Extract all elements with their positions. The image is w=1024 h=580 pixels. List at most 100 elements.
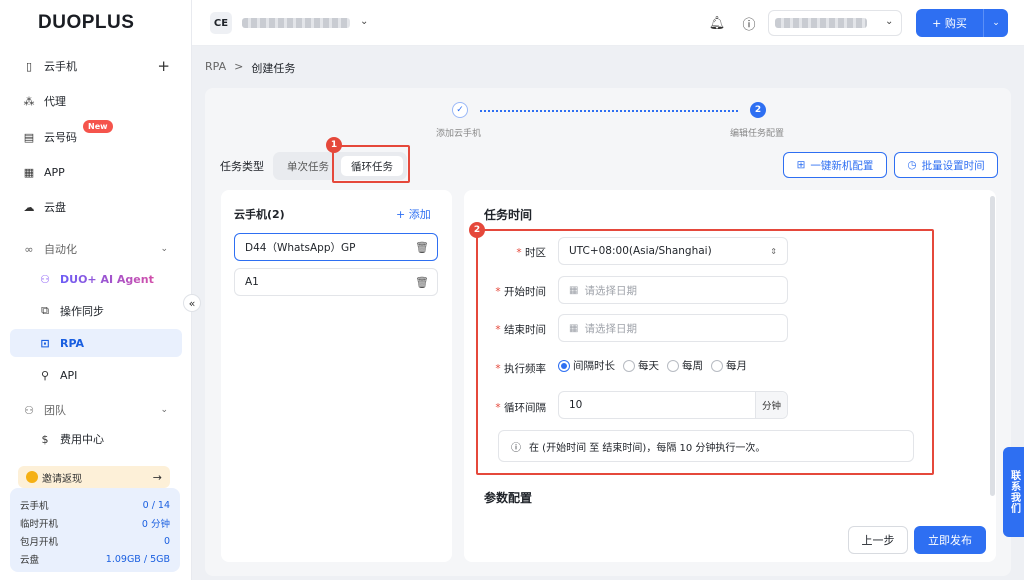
chevron-down-icon: ⌄ <box>160 244 168 254</box>
infinity-icon: ∞ <box>24 242 34 256</box>
stepper: ✓ 2 添加云手机 编辑任务配置 <box>436 100 788 140</box>
select-arrows-icon: ⇕ <box>770 246 777 256</box>
trash-icon[interactable]: 🗑︎ <box>415 276 429 289</box>
sidebar-group-team[interactable]: ⚇ 团队 ⌄ <box>10 396 182 424</box>
quota-panel: 云手机 0 / 14 临时开机 0 分钟 包月开机 0 云盘 1.09GB / 5GB <box>10 488 180 572</box>
phone-list-item[interactable]: A1 🗑︎ <box>234 268 438 296</box>
frequency-option-weekly[interactable]: 每周 <box>667 358 703 373</box>
sidebar-item-label: 云号码 <box>44 131 77 144</box>
sidebar-item-cloud-phone[interactable]: ▯ 云手机 + <box>10 52 182 80</box>
start-time-label: * 开始时间 <box>495 286 546 298</box>
account-selector[interactable]: ⌄ <box>768 10 902 36</box>
sidebar-item-label: 云盘 <box>44 201 66 214</box>
proxy-icon: ⁂ <box>23 94 35 108</box>
sidebar-item-label: 团队 <box>44 404 66 417</box>
collapse-sidebar-button[interactable]: « <box>183 294 201 312</box>
breadcrumb-separator: > <box>234 60 244 73</box>
params-title: 参数配置 <box>484 491 533 505</box>
radio-icon <box>711 359 723 372</box>
sidebar-group-automation[interactable]: ∞ 自动化 ⌄ <box>10 235 182 263</box>
task-time-title: 任务时间 <box>484 208 533 222</box>
quota-row: 云手机 0 / 14 <box>20 499 170 513</box>
step-1-check-icon: ✓ <box>452 102 468 118</box>
task-type-single[interactable]: 单次任务 <box>279 156 337 176</box>
new-badge: New <box>83 120 113 133</box>
phones-title: 云手机(2) <box>234 208 285 221</box>
duoplus-logo[interactable]: DUOPLUS <box>38 12 134 34</box>
redacted-account-name <box>775 18 867 28</box>
sidebar-item-cloud-disk[interactable]: ☁ 云盘 <box>10 193 182 221</box>
timezone-select[interactable]: UTC+08:00(Asia/Shanghai) ⇕ <box>558 237 788 265</box>
annotation-badge-1: 1 <box>326 137 342 153</box>
quota-row: 包月开机 0 <box>20 535 170 549</box>
invite-cashback-banner[interactable]: 邀请返现 → <box>18 466 170 488</box>
phone-icon: ▯ <box>25 59 33 73</box>
radio-icon <box>623 359 635 372</box>
apps-icon: ▦ <box>23 165 35 179</box>
help-circle-icon: ⓘ <box>511 442 521 454</box>
start-time-input[interactable]: ▦ 请选择日期 <box>558 276 788 304</box>
buy-button[interactable]: + 购买 ⌄ <box>916 9 1008 37</box>
sidebar-item-label: RPA <box>60 336 85 350</box>
interval-unit: 分钟 <box>755 392 787 418</box>
buy-main[interactable]: + 购买 <box>916 9 984 37</box>
frequency-label: * 执行频率 <box>495 363 546 375</box>
sync-icon: ⧉ <box>41 304 49 317</box>
chevron-down-icon: ⌄ <box>885 16 894 27</box>
agent-icon: ⚇ <box>40 272 50 286</box>
sidebar-item-sync[interactable]: ⧉ 操作同步 <box>10 297 182 325</box>
chevron-down-icon[interactable]: ⌄ <box>360 16 368 27</box>
phone-add-icon: ⊞ <box>796 159 806 171</box>
workspace-avatar[interactable]: CE <box>210 12 232 34</box>
prev-step-button[interactable]: 上一步 <box>848 526 908 554</box>
phone-list-item[interactable]: D44（WhatsApp）GP 🗑︎ <box>234 233 438 261</box>
sim-icon: ▤ <box>23 130 35 144</box>
step-1-label: 添加云手机 <box>436 129 482 139</box>
sidebar: DUOPLUS ▯ 云手机 + ⁂ 代理 ▤ 云号码 New ▦ APP ☁ 云… <box>0 0 192 580</box>
invite-label: 邀请返现 <box>42 473 82 485</box>
batch-time-button[interactable]: ◷ 批量设置时间 <box>894 152 998 178</box>
chevron-down-icon[interactable]: ⌄ <box>984 18 1008 28</box>
sidebar-item-billing[interactable]: $ 费用中心 <box>10 425 182 453</box>
radio-icon <box>667 359 679 372</box>
quota-row: 云盘 1.09GB / 5GB <box>20 553 170 567</box>
config-scrollbar[interactable] <box>990 196 995 496</box>
chevron-down-icon: ⌄ <box>160 405 168 415</box>
sidebar-item-ai-agent[interactable]: ⚇ DUO+ AI Agent <box>10 265 182 293</box>
billing-icon: $ <box>41 432 49 446</box>
sidebar-item-proxy[interactable]: ⁂ 代理 <box>10 87 182 115</box>
frequency-option-monthly[interactable]: 每月 <box>711 358 747 373</box>
sidebar-item-api[interactable]: ⚲ API <box>10 361 182 389</box>
frequency-option-interval[interactable]: 间隔时长 <box>558 358 615 373</box>
cloud-icon: ☁ <box>23 200 35 214</box>
robot-icon: ⊡ <box>40 336 50 350</box>
arrow-right-icon: → <box>152 470 162 484</box>
sidebar-item-label: 费用中心 <box>60 433 104 446</box>
publish-button[interactable]: 立即发布 <box>914 526 986 554</box>
interval-input[interactable]: 10 分钟 <box>558 391 788 419</box>
quota-row: 临时开机 0 分钟 <box>20 519 170 530</box>
timezone-label: * 时区 <box>516 247 546 259</box>
sidebar-item-rpa[interactable]: ⊡ RPA <box>10 329 182 357</box>
step-connector <box>480 110 738 112</box>
bell-icon[interactable]: 🔔︎ <box>708 14 726 32</box>
add-phone-icon[interactable]: + <box>157 57 170 75</box>
end-time-input[interactable]: ▦ 请选择日期 <box>558 314 788 342</box>
help-icon[interactable]: ⓘ <box>740 14 758 33</box>
breadcrumb: RPA > 创建任务 <box>205 60 295 76</box>
calendar-icon: ▦ <box>569 322 579 334</box>
sidebar-item-label: 云手机 <box>44 60 77 73</box>
frequency-option-daily[interactable]: 每天 <box>623 358 659 373</box>
one-click-config-button[interactable]: ⊞ 一键新机配置 <box>783 152 887 178</box>
contact-us-tab[interactable]: 联系我们 <box>1003 447 1024 537</box>
add-phone-link[interactable]: + 添加 <box>396 206 431 222</box>
sidebar-item-cloud-number[interactable]: ▤ 云号码 New <box>10 120 182 151</box>
breadcrumb-root[interactable]: RPA <box>205 60 226 76</box>
redacted-workspace-name[interactable] <box>242 18 350 28</box>
sidebar-item-label: 自动化 <box>44 243 77 256</box>
frequency-radio-group: 间隔时长 每天 每周 每月 <box>558 358 747 373</box>
trash-icon[interactable]: 🗑︎ <box>415 241 429 254</box>
sidebar-item-app[interactable]: ▦ APP <box>10 158 182 186</box>
task-type-label: 任务类型 <box>220 160 264 173</box>
sidebar-item-label: API <box>60 368 78 382</box>
